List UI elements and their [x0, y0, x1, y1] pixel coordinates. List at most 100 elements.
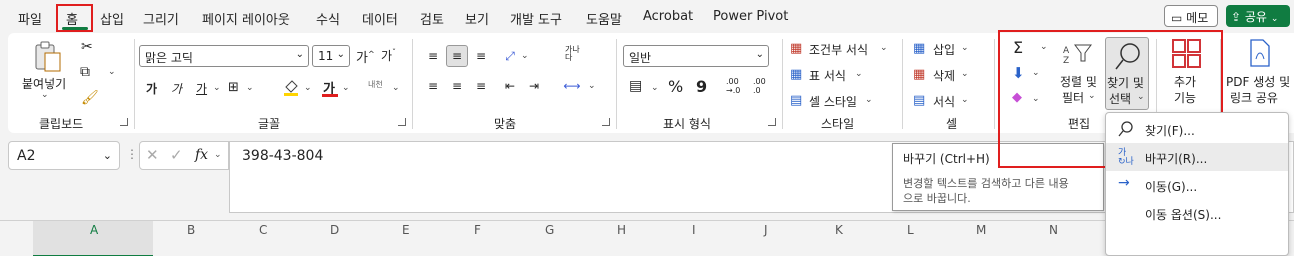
cancel-icon[interactable]: ✕	[146, 146, 159, 164]
cut-icon[interactable]: ✂	[81, 39, 93, 55]
share-button[interactable]: ⇪ 공유 ⌄	[1226, 5, 1290, 27]
chevron-down-icon[interactable]: ⌄	[961, 69, 969, 79]
menu-item-find[interactable]: 찾기(F)...	[1106, 115, 1288, 143]
font-color-chevron-down-icon[interactable]: ⌄	[342, 83, 350, 93]
format-cells-button[interactable]: 서식	[933, 93, 955, 110]
comments-button[interactable]: ▭ 메모	[1164, 5, 1218, 27]
paste-chevron-down-icon[interactable]: ⌄	[41, 90, 49, 100]
enter-icon[interactable]: ✓	[170, 146, 183, 164]
pdf-create-icon[interactable]	[1248, 39, 1272, 67]
format-painter-icon[interactable]: 🖌	[81, 90, 99, 106]
tab-developer[interactable]: 개발 도구	[510, 9, 562, 28]
column-header-c[interactable]: C	[259, 223, 267, 237]
pdf-create-label-1[interactable]: PDF 생성 및	[1226, 73, 1290, 90]
chevron-down-icon[interactable]: ⌄	[214, 150, 222, 160]
column-header-d[interactable]: D	[330, 223, 339, 237]
font-dialog-launcher-icon[interactable]	[398, 118, 406, 126]
font-name-combo[interactable]: 맑은 고딕 ⌄	[139, 45, 309, 67]
chevron-down-icon[interactable]: ⌄	[865, 95, 873, 105]
tab-formulas[interactable]: 수식	[316, 9, 340, 28]
chevron-down-icon[interactable]: ⌄	[961, 43, 969, 53]
align-middle-icon[interactable]: ≡	[446, 45, 468, 67]
align-top-icon[interactable]: ≡	[422, 45, 444, 67]
name-box[interactable]: A2 ⌄	[8, 141, 120, 170]
number-dialog-launcher-icon[interactable]	[768, 118, 776, 126]
italic-button[interactable]: 가	[171, 80, 182, 97]
paste-icon[interactable]	[34, 41, 62, 73]
column-header-m[interactable]: M	[976, 223, 986, 237]
tab-view[interactable]: 보기	[465, 9, 489, 28]
percent-style-button[interactable]: %	[668, 77, 683, 96]
cell-styles-button[interactable]: 셀 스타일	[809, 93, 857, 110]
column-header-f[interactable]: F	[474, 223, 481, 237]
decrease-font-size-icon[interactable]: 가ˇ	[381, 47, 396, 64]
underline-button[interactable]: 가	[196, 80, 207, 97]
tab-file[interactable]: 파일	[18, 9, 42, 28]
tab-power-pivot[interactable]: Power Pivot	[713, 9, 788, 24]
tab-help[interactable]: 도움말	[586, 9, 622, 28]
column-header-a[interactable]: A	[90, 223, 98, 237]
column-headers: A B C D E F G H I J K L M N	[0, 220, 1294, 256]
borders-icon[interactable]: ⊞	[228, 80, 239, 95]
align-bottom-icon[interactable]: ≡	[470, 45, 492, 67]
menu-item-replace[interactable]: 가 ↻나 바꾸기(R)...	[1106, 143, 1288, 171]
borders-chevron-down-icon[interactable]: ⌄	[246, 83, 254, 93]
conditional-formatting-button[interactable]: 조건부 서식	[809, 41, 868, 58]
phonetic-guide-icon[interactable]: 내천	[368, 79, 383, 90]
font-size-combo[interactable]: 11 ⌄	[312, 45, 350, 67]
column-header-k[interactable]: K	[835, 223, 843, 237]
bold-button[interactable]: 가	[146, 80, 157, 97]
name-box-value: A2	[17, 148, 36, 164]
menu-item-go-to[interactable]: → 이동(G)...	[1106, 171, 1288, 199]
underline-chevron-down-icon[interactable]: ⌄	[213, 83, 221, 93]
phonetic-chevron-down-icon[interactable]: ⌄	[392, 83, 400, 93]
column-header-e[interactable]: E	[402, 223, 410, 237]
tab-draw[interactable]: 그리기	[143, 9, 179, 28]
tab-page-layout[interactable]: 페이지 레이아웃	[202, 9, 290, 28]
column-header-g[interactable]: G	[545, 223, 554, 237]
tab-review[interactable]: 검토	[420, 9, 444, 28]
chevron-down-icon[interactable]: ⌄	[855, 69, 863, 79]
align-right-icon[interactable]: ≡	[470, 75, 492, 97]
copy-chevron-down-icon[interactable]: ⌄	[108, 67, 116, 77]
fill-color-chevron-down-icon[interactable]: ⌄	[304, 83, 312, 93]
insert-function-button[interactable]: fx	[195, 147, 208, 163]
increase-font-size-icon[interactable]: 가^	[356, 47, 375, 66]
align-center-icon[interactable]: ≡	[446, 75, 468, 97]
comma-style-button[interactable]: 9	[696, 77, 707, 96]
chevron-down-icon[interactable]: ⌄	[880, 43, 888, 53]
insert-cells-button[interactable]: 삽입	[933, 41, 955, 58]
increase-indent-icon[interactable]: ⇥	[523, 75, 545, 97]
column-header-h[interactable]: H	[617, 223, 626, 237]
fill-color-icon[interactable]	[282, 77, 300, 97]
wrap-text-icon[interactable]: 가나 다	[565, 46, 580, 62]
menu-item-go-to-special[interactable]: 이동 옵션(S)...	[1106, 199, 1288, 227]
pdf-create-label-2[interactable]: 링크 공유	[1230, 89, 1278, 106]
tab-acrobat[interactable]: Acrobat	[643, 9, 693, 24]
column-header-j[interactable]: J	[764, 223, 768, 237]
chevron-down-icon[interactable]: ⌄	[961, 95, 969, 105]
column-header-b[interactable]: B	[187, 223, 195, 237]
orientation-icon[interactable]: ⤢	[499, 45, 521, 67]
alignment-dialog-launcher-icon[interactable]	[602, 118, 610, 126]
column-header-l[interactable]: L	[907, 223, 914, 237]
format-as-table-button[interactable]: 표 서식	[809, 67, 846, 84]
decrease-indent-icon[interactable]: ⇤	[499, 75, 521, 97]
decrease-decimal-icon[interactable]: .00 .0	[753, 77, 766, 95]
copy-icon[interactable]: ⧉	[80, 64, 90, 80]
tab-insert[interactable]: 삽입	[100, 9, 124, 28]
increase-decimal-icon[interactable]: .00 →.0	[726, 77, 740, 95]
more-options-icon[interactable]: ⋮	[126, 147, 138, 161]
delete-cells-button[interactable]: 삭제	[933, 67, 955, 84]
tab-data[interactable]: 데이터	[362, 9, 398, 28]
column-header-i[interactable]: I	[692, 223, 696, 237]
accounting-chevron-down-icon[interactable]: ⌄	[651, 83, 659, 93]
orientation-chevron-down-icon[interactable]: ⌄	[521, 51, 529, 61]
column-header-n[interactable]: N	[1049, 223, 1058, 237]
merge-chevron-down-icon[interactable]: ⌄	[588, 81, 596, 91]
accounting-format-icon[interactable]: ▤	[629, 78, 642, 94]
merge-center-icon[interactable]: ⟷	[561, 75, 583, 97]
clipboard-dialog-launcher-icon[interactable]	[120, 118, 128, 126]
number-format-combo[interactable]: 일반 ⌄	[623, 45, 769, 67]
align-left-icon[interactable]: ≡	[422, 75, 444, 97]
